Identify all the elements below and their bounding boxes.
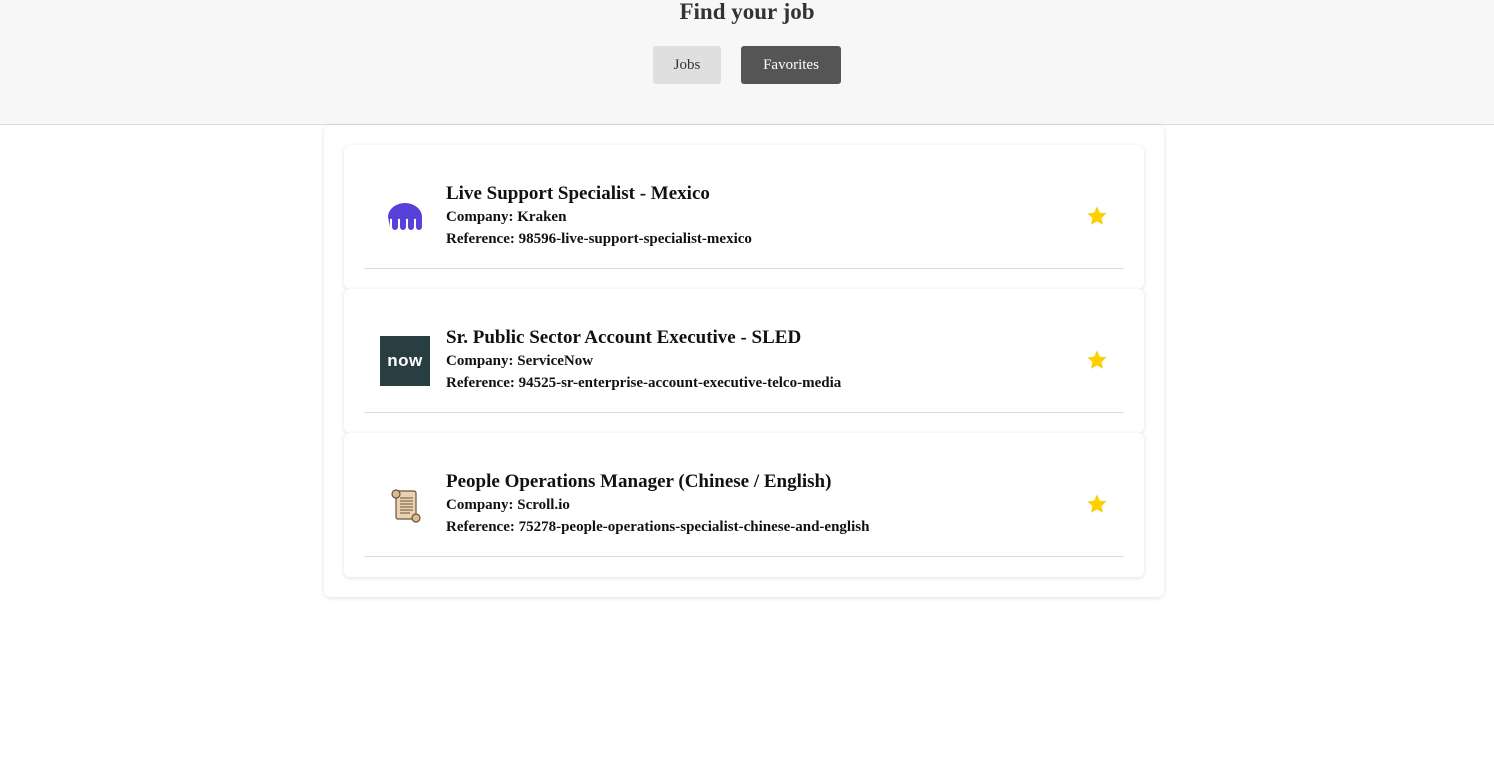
page-header: Find your job Jobs Favorites <box>0 0 1494 125</box>
page-title: Find your job <box>679 0 815 24</box>
divider <box>364 268 1124 269</box>
job-info: People Operations Manager (Chinese / Eng… <box>446 470 869 538</box>
servicenow-logo-icon: now <box>380 336 430 386</box>
job-title[interactable]: People Operations Manager (Chinese / Eng… <box>446 470 869 494</box>
job-info: Sr. Public Sector Account Executive - SL… <box>446 326 841 394</box>
job-card[interactable]: People Operations Manager (Chinese / Eng… <box>344 433 1144 577</box>
servicenow-logo-text: now <box>387 351 423 370</box>
job-title[interactable]: Live Support Specialist - Mexico <box>446 182 752 206</box>
job-reference: Reference: 98596-live-support-specialist… <box>446 231 752 247</box>
job-company: Company: ServiceNow <box>446 353 594 369</box>
job-reference: Reference: 94525-sr-enterprise-account-e… <box>446 375 842 391</box>
kraken-logo-icon <box>380 192 430 242</box>
nav-tabs: Jobs Favorites <box>0 46 1494 84</box>
favorite-star-icon[interactable] <box>1086 205 1108 227</box>
favorite-star-icon[interactable] <box>1086 493 1108 515</box>
scroll-logo-icon <box>380 480 430 530</box>
job-title[interactable]: Sr. Public Sector Account Executive - SL… <box>446 326 841 350</box>
job-card[interactable]: Live Support Specialist - Mexico Company… <box>344 145 1144 289</box>
job-company: Company: Scroll.io <box>446 497 570 513</box>
divider <box>364 556 1124 557</box>
job-company: Company: Kraken <box>446 209 567 225</box>
divider <box>364 412 1124 413</box>
favorites-button[interactable]: Favorites <box>741 46 841 84</box>
favorite-star-icon[interactable] <box>1086 349 1108 371</box>
jobs-button[interactable]: Jobs <box>653 46 721 84</box>
job-reference: Reference: 75278-people-operations-speci… <box>446 519 870 535</box>
job-list-panel: Live Support Specialist - Mexico Company… <box>324 125 1164 597</box>
job-card[interactable]: now Sr. Public Sector Account Executive … <box>344 289 1144 433</box>
job-info: Live Support Specialist - Mexico Company… <box>446 182 752 250</box>
